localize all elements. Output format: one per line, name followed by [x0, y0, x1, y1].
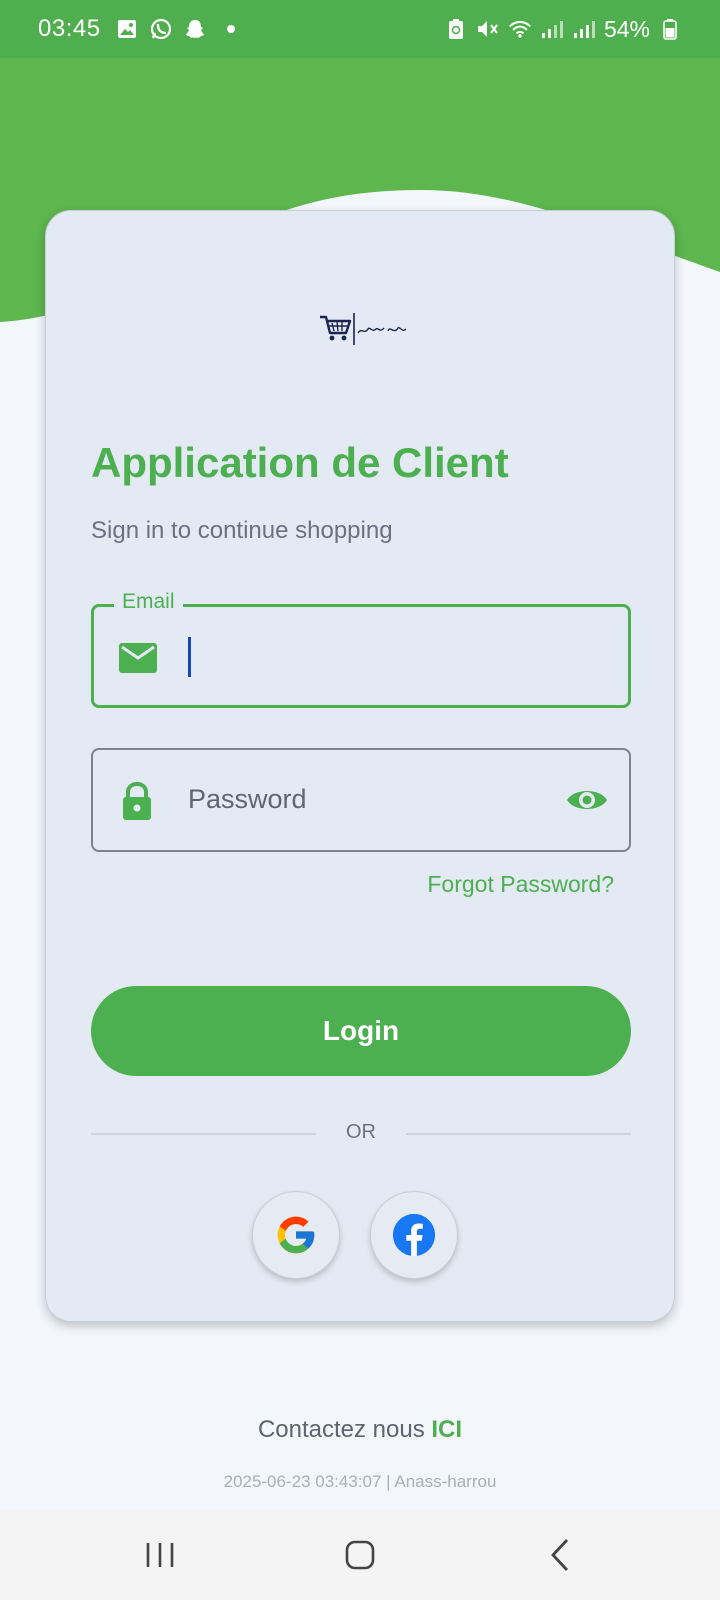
navigation-bar [0, 1510, 720, 1600]
notification-dot [226, 25, 235, 33]
battery-percent: 54% [603, 15, 650, 42]
email-field[interactable]: Email [91, 590, 631, 708]
home-button[interactable] [330, 1532, 390, 1578]
home-icon [345, 1540, 375, 1570]
facebook-icon [392, 1213, 436, 1257]
google-sign-in-button[interactable] [252, 1191, 340, 1279]
login-button[interactable]: Login [91, 986, 631, 1076]
google-icon [277, 1216, 315, 1254]
battery-icon [658, 17, 682, 41]
recents-icon [146, 1543, 174, 1567]
status-right: 54% [444, 16, 682, 43]
app-title: Application de Client [91, 439, 509, 486]
back-icon [551, 1539, 569, 1571]
battery-saver-icon [444, 17, 468, 41]
lock-icon [117, 781, 157, 820]
facebook-sign-in-button[interactable] [370, 1191, 458, 1279]
show-password-icon[interactable] [565, 782, 609, 818]
recent-apps-button[interactable] [130, 1532, 190, 1578]
login-screen: 03:45 54% Application de Client Sign in … [0, 0, 720, 1600]
snapchat-icon [183, 17, 207, 41]
whatsapp-icon [149, 17, 173, 41]
forgot-password-link[interactable]: Forgot Password? [427, 871, 614, 898]
status-time: 03:45 [38, 15, 101, 42]
gallery-icon [115, 17, 139, 41]
login-card: Application de Client Sign in to continu… [45, 210, 675, 1322]
or-divider: OR [91, 1119, 631, 1149]
build-info: 2025-06-23 03:43:07 | Anass-harrou [223, 1472, 497, 1491]
contact-text: Contactez nous [257, 1416, 425, 1443]
signal-icon [572, 17, 596, 41]
mail-icon [118, 640, 158, 676]
text-cursor [188, 637, 191, 677]
subtitle: Sign in to continue shopping [91, 517, 393, 544]
password-placeholder: Password [188, 784, 307, 814]
mute-icon [476, 17, 500, 41]
contact-line: Contactez nous ICI [0, 1416, 720, 1444]
divider-line-right [406, 1133, 631, 1135]
smart-cart-logo [320, 313, 407, 345]
wifi-icon [508, 17, 532, 41]
password-field[interactable]: Password [91, 748, 631, 852]
back-button[interactable] [530, 1532, 590, 1578]
signal-icon [540, 17, 564, 41]
email-label: Email [114, 590, 183, 614]
status-left: 03:45 [38, 15, 235, 43]
status-bar: 03:45 54% [0, 0, 720, 58]
contact-link[interactable]: ICI [431, 1416, 462, 1443]
